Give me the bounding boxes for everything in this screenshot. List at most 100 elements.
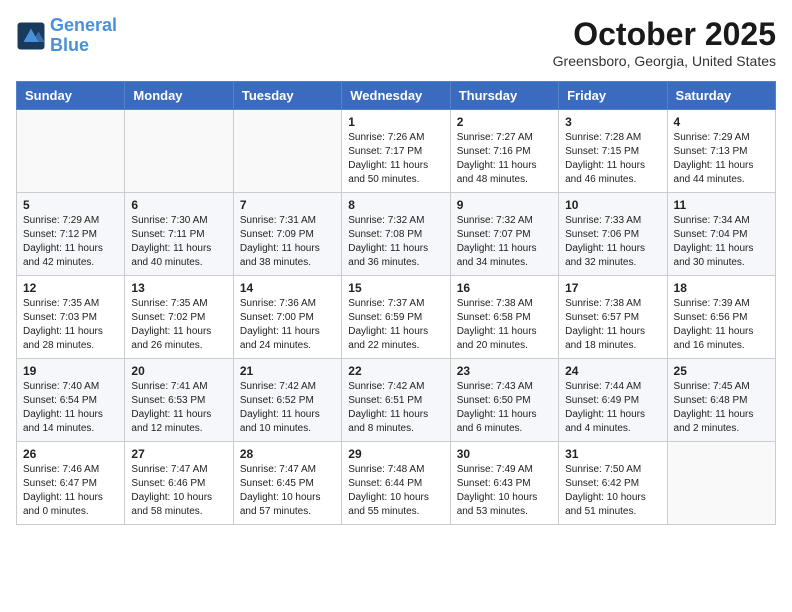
calendar-cell: [667, 442, 775, 525]
calendar-cell: 17 Sunrise: 7:38 AM Sunset: 6:57 PM Dayli…: [559, 276, 667, 359]
day-info: Sunrise: 7:42 AM Sunset: 6:52 PM Dayligh…: [240, 380, 335, 436]
calendar-cell: 29Sunrise: 7:48 AM Sunset: 6:44 PM Dayli…: [342, 442, 450, 525]
day-number: 12: [23, 281, 118, 295]
calendar-cell: 8 Sunrise: 7:32 AM Sunset: 7:08 PM Daylig…: [342, 193, 450, 276]
day-of-week-header: Sunday: [17, 82, 125, 110]
day-number: 4: [674, 115, 769, 129]
calendar-cell: 4 Sunrise: 7:29 AM Sunset: 7:13 PM Daylig…: [667, 110, 775, 193]
day-number: 14: [240, 281, 335, 295]
day-of-week-header: Tuesday: [233, 82, 341, 110]
calendar-cell: 15 Sunrise: 7:37 AM Sunset: 6:59 PM Dayli…: [342, 276, 450, 359]
day-number: 8: [348, 198, 443, 212]
calendar-week-row: 19Sunrise: 7:40 AM Sunset: 6:54 PM Dayli…: [17, 359, 776, 442]
day-info: Sunrise: 7:47 AM Sunset: 6:46 PM Dayligh…: [131, 463, 226, 519]
calendar-cell: 12Sunrise: 7:35 AM Sunset: 7:03 PM Dayli…: [17, 276, 125, 359]
day-info: Sunrise: 7:36 AM Sunset: 7:00 PM Dayligh…: [240, 297, 335, 353]
day-info: Sunrise: 7:34 AM Sunset: 7:04 PM Dayligh…: [674, 214, 769, 270]
day-info: Sunrise: 7:38 AM Sunset: 6:57 PM Dayligh…: [565, 297, 660, 353]
day-info: Sunrise: 7:28 AM Sunset: 7:15 PM Dayligh…: [565, 131, 660, 187]
calendar-week-row: 1Sunrise: 7:26 AM Sunset: 7:17 PM Daylig…: [17, 110, 776, 193]
day-info: Sunrise: 7:27 AM Sunset: 7:16 PM Dayligh…: [457, 131, 552, 187]
calendar-cell: 19Sunrise: 7:40 AM Sunset: 6:54 PM Dayli…: [17, 359, 125, 442]
day-number: 21: [240, 364, 335, 378]
calendar-cell: 6 Sunrise: 7:30 AM Sunset: 7:11 PM Daylig…: [125, 193, 233, 276]
calendar-cell: 3 Sunrise: 7:28 AM Sunset: 7:15 PM Daylig…: [559, 110, 667, 193]
day-info: Sunrise: 7:31 AM Sunset: 7:09 PM Dayligh…: [240, 214, 335, 270]
day-number: 24: [565, 364, 660, 378]
day-number: 17: [565, 281, 660, 295]
calendar-cell: 14 Sunrise: 7:36 AM Sunset: 7:00 PM Dayli…: [233, 276, 341, 359]
logo-line1: General: [50, 15, 117, 35]
day-info: Sunrise: 7:38 AM Sunset: 6:58 PM Dayligh…: [457, 297, 552, 353]
day-number: 28: [240, 447, 335, 461]
day-of-week-header: Thursday: [450, 82, 558, 110]
calendar-cell: [125, 110, 233, 193]
day-number: 30: [457, 447, 552, 461]
day-number: 31: [565, 447, 660, 461]
day-number: 22: [348, 364, 443, 378]
calendar-cell: 9 Sunrise: 7:32 AM Sunset: 7:07 PM Daylig…: [450, 193, 558, 276]
day-of-week-header: Friday: [559, 82, 667, 110]
month-title: October 2025: [553, 16, 776, 53]
day-info: Sunrise: 7:29 AM Sunset: 7:12 PM Dayligh…: [23, 214, 118, 270]
calendar-cell: 1Sunrise: 7:26 AM Sunset: 7:17 PM Daylig…: [342, 110, 450, 193]
day-info: Sunrise: 7:35 AM Sunset: 7:02 PM Dayligh…: [131, 297, 226, 353]
day-number: 1: [348, 115, 443, 129]
calendar-cell: 18 Sunrise: 7:39 AM Sunset: 6:56 PM Dayli…: [667, 276, 775, 359]
day-info: Sunrise: 7:46 AM Sunset: 6:47 PM Dayligh…: [23, 463, 118, 519]
calendar-cell: 31Sunrise: 7:50 AM Sunset: 6:42 PM Dayli…: [559, 442, 667, 525]
day-info: Sunrise: 7:49 AM Sunset: 6:43 PM Dayligh…: [457, 463, 552, 519]
day-number: 29: [348, 447, 443, 461]
day-info: Sunrise: 7:41 AM Sunset: 6:53 PM Dayligh…: [131, 380, 226, 436]
day-number: 25: [674, 364, 769, 378]
day-info: Sunrise: 7:29 AM Sunset: 7:13 PM Dayligh…: [674, 131, 769, 187]
calendar-cell: 22Sunrise: 7:42 AM Sunset: 6:51 PM Dayli…: [342, 359, 450, 442]
logo-icon: [16, 21, 46, 51]
day-number: 26: [23, 447, 118, 461]
logo: General Blue: [16, 16, 117, 56]
day-info: Sunrise: 7:45 AM Sunset: 6:48 PM Dayligh…: [674, 380, 769, 436]
calendar-cell: 20 Sunrise: 7:41 AM Sunset: 6:53 PM Dayli…: [125, 359, 233, 442]
day-number: 20: [131, 364, 226, 378]
title-block: October 2025 Greensboro, Georgia, United…: [553, 16, 776, 69]
calendar-cell: 10Sunrise: 7:33 AM Sunset: 7:06 PM Dayli…: [559, 193, 667, 276]
day-info: Sunrise: 7:37 AM Sunset: 6:59 PM Dayligh…: [348, 297, 443, 353]
day-info: Sunrise: 7:32 AM Sunset: 7:07 PM Dayligh…: [457, 214, 552, 270]
calendar-cell: 28Sunrise: 7:47 AM Sunset: 6:45 PM Dayli…: [233, 442, 341, 525]
day-info: Sunrise: 7:32 AM Sunset: 7:08 PM Dayligh…: [348, 214, 443, 270]
calendar-cell: 25 Sunrise: 7:45 AM Sunset: 6:48 PM Dayli…: [667, 359, 775, 442]
calendar-cell: 21 Sunrise: 7:42 AM Sunset: 6:52 PM Dayli…: [233, 359, 341, 442]
day-info: Sunrise: 7:44 AM Sunset: 6:49 PM Dayligh…: [565, 380, 660, 436]
day-number: 6: [131, 198, 226, 212]
page-header: General Blue October 2025 Greensboro, Ge…: [16, 16, 776, 69]
calendar-week-row: 5 Sunrise: 7:29 AM Sunset: 7:12 PM Daylig…: [17, 193, 776, 276]
calendar-table: SundayMondayTuesdayWednesdayThursdayFrid…: [16, 81, 776, 525]
calendar-header-row: SundayMondayTuesdayWednesdayThursdayFrid…: [17, 82, 776, 110]
day-number: 23: [457, 364, 552, 378]
calendar-cell: 5 Sunrise: 7:29 AM Sunset: 7:12 PM Daylig…: [17, 193, 125, 276]
day-number: 11: [674, 198, 769, 212]
day-info: Sunrise: 7:30 AM Sunset: 7:11 PM Dayligh…: [131, 214, 226, 270]
calendar-week-row: 12Sunrise: 7:35 AM Sunset: 7:03 PM Dayli…: [17, 276, 776, 359]
calendar-cell: [17, 110, 125, 193]
day-info: Sunrise: 7:40 AM Sunset: 6:54 PM Dayligh…: [23, 380, 118, 436]
day-number: 3: [565, 115, 660, 129]
day-number: 16: [457, 281, 552, 295]
day-of-week-header: Monday: [125, 82, 233, 110]
calendar-week-row: 26 Sunrise: 7:46 AM Sunset: 6:47 PM Dayli…: [17, 442, 776, 525]
calendar-cell: 13 Sunrise: 7:35 AM Sunset: 7:02 PM Dayli…: [125, 276, 233, 359]
day-number: 18: [674, 281, 769, 295]
day-info: Sunrise: 7:33 AM Sunset: 7:06 PM Dayligh…: [565, 214, 660, 270]
day-number: 9: [457, 198, 552, 212]
day-info: Sunrise: 7:39 AM Sunset: 6:56 PM Dayligh…: [674, 297, 769, 353]
calendar-cell: 7 Sunrise: 7:31 AM Sunset: 7:09 PM Daylig…: [233, 193, 341, 276]
day-number: 13: [131, 281, 226, 295]
day-number: 7: [240, 198, 335, 212]
day-of-week-header: Wednesday: [342, 82, 450, 110]
day-number: 5: [23, 198, 118, 212]
day-number: 15: [348, 281, 443, 295]
day-info: Sunrise: 7:43 AM Sunset: 6:50 PM Dayligh…: [457, 380, 552, 436]
location: Greensboro, Georgia, United States: [553, 53, 776, 69]
day-number: 27: [131, 447, 226, 461]
calendar-cell: 11 Sunrise: 7:34 AM Sunset: 7:04 PM Dayli…: [667, 193, 775, 276]
